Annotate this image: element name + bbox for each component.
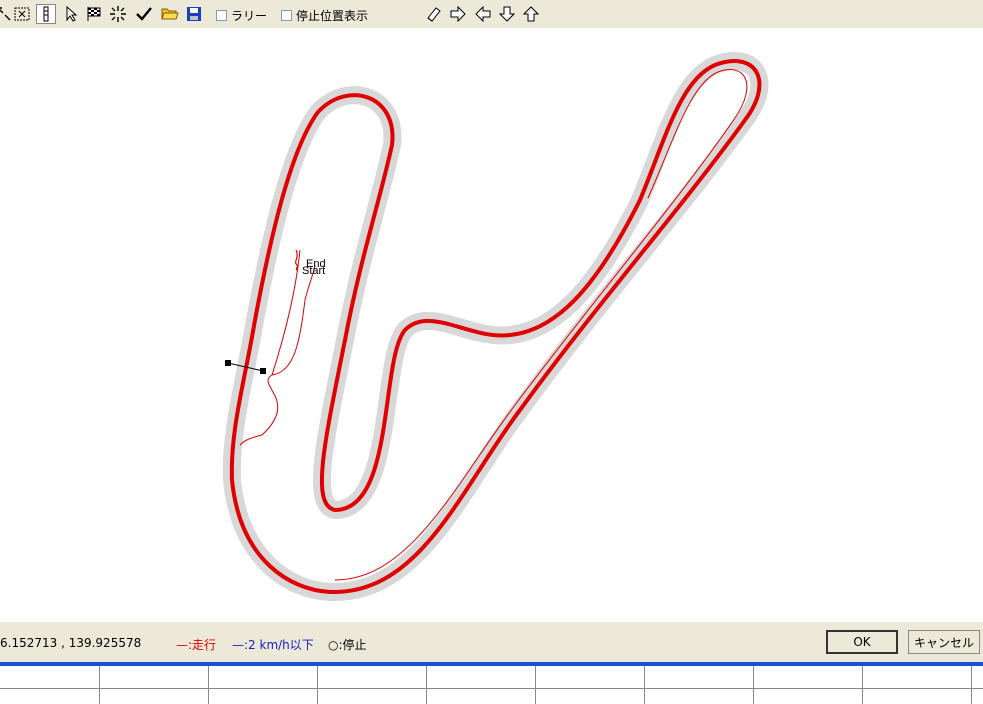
legend-stop: ○:停止 — [328, 638, 367, 652]
arrow-right-icon[interactable] — [448, 4, 468, 24]
ok-button[interactable]: OK — [826, 630, 898, 654]
legend-run: —:走行 — [176, 638, 217, 652]
eraser-icon[interactable] — [423, 4, 443, 24]
arrow-down-icon[interactable] — [497, 4, 517, 24]
arrow-up-icon[interactable] — [521, 4, 541, 24]
stop-position-label: 停止位置表示 — [296, 9, 369, 23]
save-disk-icon[interactable] — [184, 4, 204, 24]
stop-position-checkbox[interactable]: 停止位置表示 — [281, 7, 368, 24]
track-map-svg: End Start — [222, 52, 769, 602]
grid-column[interactable] — [862, 666, 972, 704]
measure-handle-left[interactable] — [225, 360, 231, 366]
sparkle-icon[interactable] — [108, 4, 128, 24]
rally-checkbox[interactable]: ラリー — [216, 7, 267, 24]
rally-checkbox-box[interactable] — [216, 10, 227, 21]
rally-label: ラリー — [231, 9, 268, 23]
vertical-scroll-icon[interactable] — [36, 4, 56, 24]
grid-column[interactable] — [99, 666, 209, 704]
grid-column[interactable] — [317, 666, 427, 704]
arrow-left-icon[interactable] — [473, 4, 493, 24]
grid-column[interactable] — [0, 666, 100, 704]
data-grid[interactable] — [0, 666, 983, 704]
checkmark-icon[interactable] — [134, 4, 154, 24]
grid-column[interactable] — [753, 666, 863, 704]
track-outline — [222, 52, 769, 602]
grid-column[interactable] — [426, 666, 536, 704]
grid-column[interactable] — [208, 666, 318, 704]
pointer-pick-icon[interactable] — [60, 4, 80, 24]
start-end-marker — [295, 249, 299, 271]
toolbar: ラリー 停止位置表示 — [0, 0, 983, 28]
legend-slow: —:2 km/h以下 — [232, 638, 314, 652]
start-label: Start — [302, 265, 325, 277]
measure-handle-right[interactable] — [260, 368, 266, 374]
status-bar: 6.152713 , 139.925578 —:走行 —:2 km/h以下 ○:… — [0, 622, 983, 662]
zoom-area-icon[interactable] — [12, 4, 32, 24]
grid-column[interactable] — [644, 666, 754, 704]
grid-column[interactable] — [535, 666, 645, 704]
cancel-button[interactable]: キャンセル — [908, 630, 980, 654]
open-folder-icon[interactable] — [160, 4, 180, 24]
coordinates-readout: 6.152713 , 139.925578 — [0, 636, 142, 650]
stop-position-checkbox-box[interactable] — [281, 10, 292, 21]
track-map-canvas[interactable]: End Start — [0, 28, 983, 622]
checkered-flag-icon[interactable] — [84, 4, 104, 24]
